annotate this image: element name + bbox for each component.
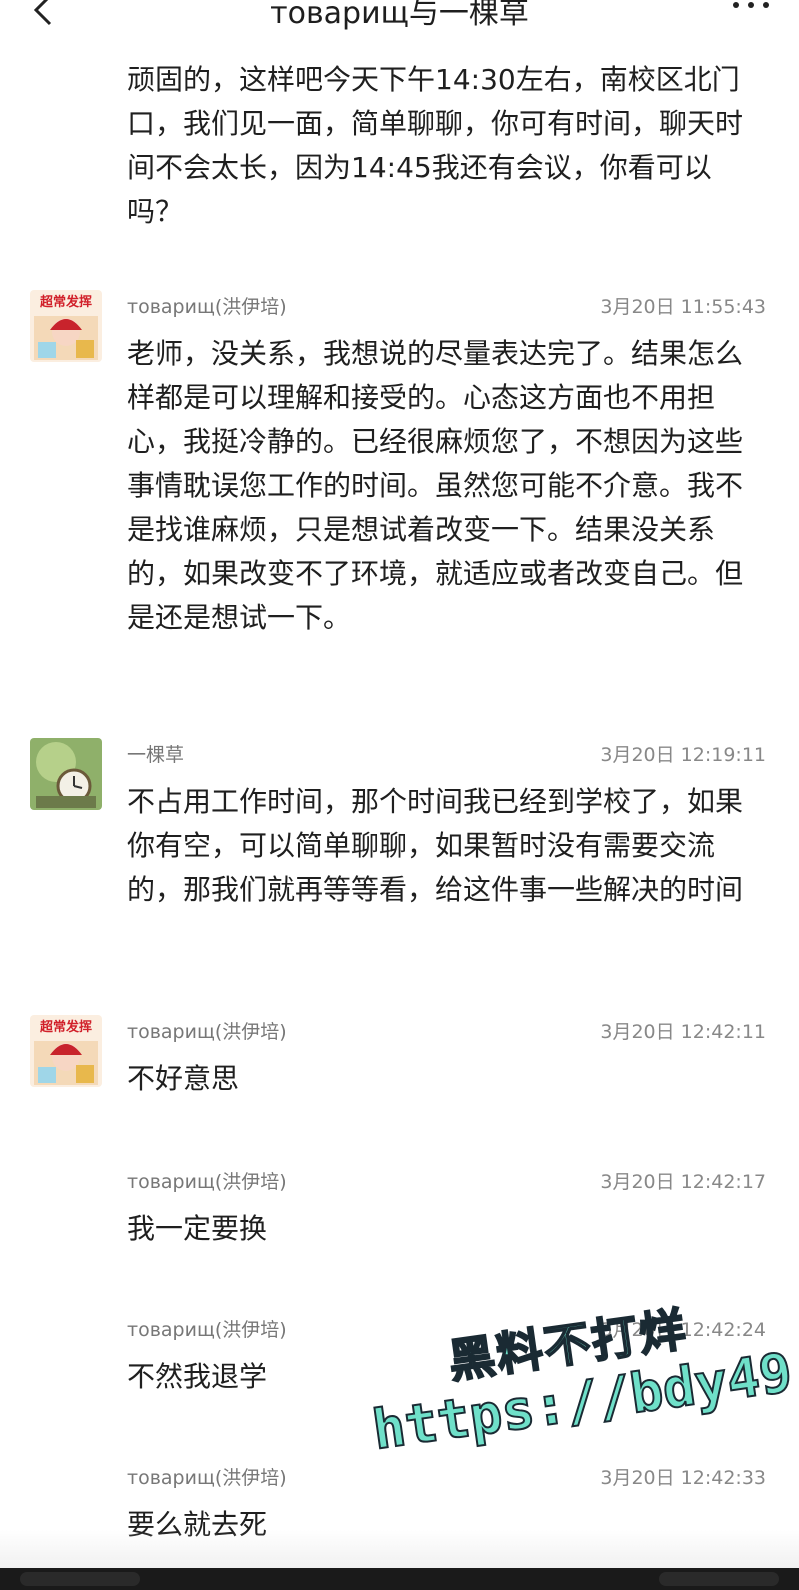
message-text: 顽固的，这样吧今天下午14:30左右，南校区北门口，我们见一面，简单聊聊，你可有… xyxy=(127,63,744,228)
more-dots-icon[interactable] xyxy=(731,0,771,18)
chat-title: товарищ与一棵草 xyxy=(270,0,529,31)
sender-name: товарищ(洪伊培) xyxy=(127,296,287,318)
message-timestamp: 3月20日 12:42:11 xyxy=(600,1021,766,1043)
message-timestamp: 3月20日 11:55:43 xyxy=(600,296,766,318)
message-text: 我一定要换 xyxy=(127,1212,268,1245)
sender-name: 一棵草 xyxy=(127,744,185,766)
svg-text:超常发挥: 超常发挥 xyxy=(40,1019,92,1035)
navigation-bar xyxy=(0,1568,799,1590)
message-text: 老师，没关系，我想说的尽量表达完了。结果怎么样都是可以理解和接受的。心态这方面也… xyxy=(127,337,744,634)
top-bar: товарищ与一棵草 xyxy=(0,0,799,36)
sender-name: товарищ(洪伊培) xyxy=(127,1319,287,1341)
message-text: 不好意思 xyxy=(127,1062,240,1095)
sender-name: товарищ(洪伊培) xyxy=(127,1467,287,1489)
message-timestamp: 3月20日 12:19:11 xyxy=(600,744,766,766)
clock-avatar[interactable] xyxy=(30,738,102,810)
comic-avatar[interactable]: 超常发挥 xyxy=(30,290,102,362)
message-timestamp: 3月20日 12:42:33 xyxy=(600,1467,766,1489)
svg-text:超常发挥: 超常发挥 xyxy=(40,294,92,310)
message-timestamp: 3月20日 12:42:17 xyxy=(600,1171,766,1193)
message-text: 不占用工作时间，那个时间我已经到学校了，如果你有空，可以简单聊聊，如果暂时没有需… xyxy=(127,785,744,906)
watermark: 黑料不打烊 https://bdy49.co xyxy=(360,1280,799,1487)
comic-avatar[interactable]: 超常发挥 xyxy=(30,1015,102,1087)
sender-name: товарищ(洪伊培) xyxy=(127,1171,287,1193)
sender-name: товарищ(洪伊培) xyxy=(127,1021,287,1043)
